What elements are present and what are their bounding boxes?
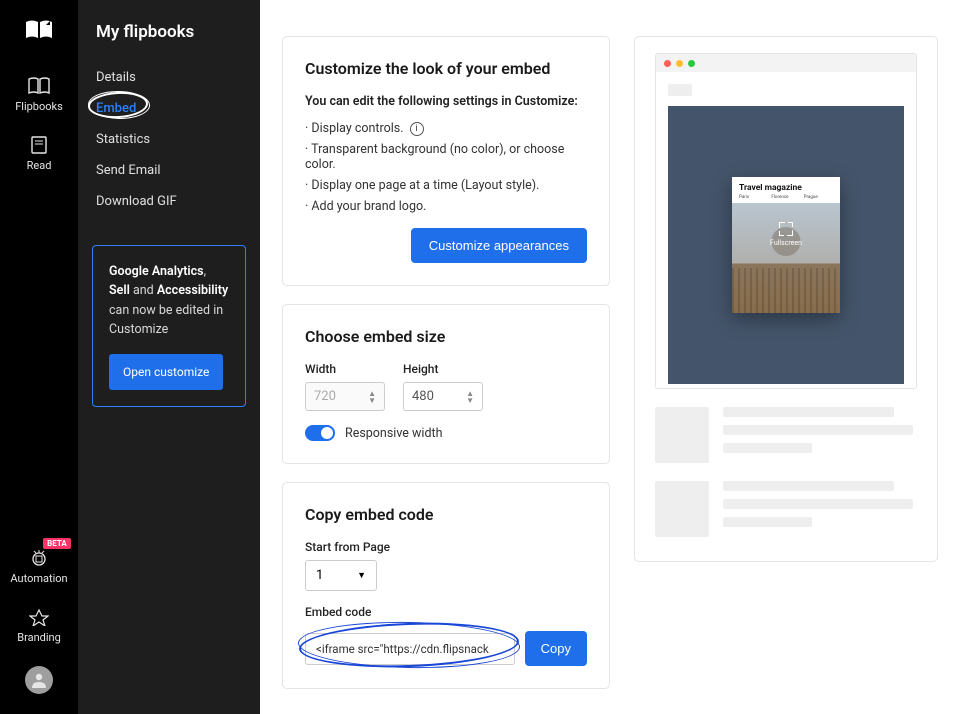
side-menu: Details Embed Statistics Send Email Down… bbox=[78, 62, 260, 217]
chevron-down-icon: ▼ bbox=[357, 570, 366, 581]
responsive-toggle[interactable] bbox=[305, 425, 335, 441]
placeholder bbox=[655, 481, 709, 537]
flipbooks-icon bbox=[27, 76, 51, 96]
placeholder bbox=[723, 481, 894, 491]
stepper-icon[interactable]: ▲▼ bbox=[368, 390, 376, 404]
menu-send-email[interactable]: Send Email bbox=[78, 155, 260, 186]
read-icon bbox=[27, 135, 51, 155]
customize-infobox: Google Analytics, Sell and Accessibility… bbox=[92, 245, 246, 407]
responsive-label: Responsive width bbox=[345, 426, 443, 441]
list-item: Add your brand logo. bbox=[305, 199, 587, 214]
page-title: My flipbooks bbox=[78, 22, 260, 62]
avatar[interactable] bbox=[25, 666, 53, 694]
preview-card: Travel magazine Paris Florence Prague bbox=[634, 36, 938, 562]
menu-details[interactable]: Details bbox=[78, 62, 260, 93]
placeholder bbox=[723, 407, 894, 417]
side-panel: My flipbooks Details Embed Statistics Se… bbox=[78, 0, 260, 714]
nav-label: Read bbox=[27, 159, 52, 172]
fullscreen-icon bbox=[779, 222, 793, 236]
open-customize-button[interactable]: Open customize bbox=[109, 354, 223, 391]
embed-size-card: Choose embed size Width 720 ▲▼ Height 48… bbox=[282, 304, 610, 464]
list-item: Transparent background (no color), or ch… bbox=[305, 142, 587, 172]
placeholder bbox=[723, 443, 812, 453]
nav-label: Automation bbox=[10, 572, 67, 585]
nav-branding[interactable]: Branding bbox=[17, 607, 61, 644]
width-label: Width bbox=[305, 362, 385, 376]
nav-label: Flipbooks bbox=[15, 100, 63, 113]
start-page-value: 1 bbox=[316, 568, 323, 583]
height-input[interactable]: 480 ▲▼ bbox=[403, 382, 483, 411]
menu-download-gif[interactable]: Download GIF bbox=[78, 186, 260, 217]
infobox-text: Google Analytics, Sell and Accessibility… bbox=[109, 264, 228, 337]
start-page-select[interactable]: 1 ▼ bbox=[305, 560, 377, 591]
magazine-title: Travel magazine bbox=[739, 183, 833, 193]
placeholder bbox=[723, 517, 812, 527]
magazine-image bbox=[732, 203, 840, 313]
info-icon[interactable]: i bbox=[410, 122, 424, 136]
browser-titlebar bbox=[656, 54, 916, 72]
browser-frame: Travel magazine Paris Florence Prague bbox=[655, 53, 917, 389]
height-label: Height bbox=[403, 362, 483, 376]
placeholder bbox=[655, 407, 709, 463]
menu-embed-label: Embed bbox=[96, 101, 136, 116]
window-min-icon bbox=[676, 60, 683, 67]
nav-automation[interactable]: BETA Automation bbox=[10, 548, 67, 585]
fullscreen-label: Fullscreen bbox=[770, 239, 802, 247]
width-value: 720 bbox=[314, 389, 336, 404]
copy-embed-card: Copy embed code Start from Page 1 ▼ Embe… bbox=[282, 482, 610, 689]
height-value: 480 bbox=[412, 389, 434, 404]
embed-preview: Travel magazine Paris Florence Prague bbox=[668, 106, 904, 384]
branding-icon bbox=[27, 607, 51, 627]
automation-icon bbox=[27, 548, 51, 568]
card-lead: You can edit the following settings in C… bbox=[305, 94, 587, 109]
fullscreen-overlay[interactable]: Fullscreen bbox=[770, 222, 802, 247]
app-logo[interactable] bbox=[24, 18, 54, 42]
embed-code-label: Embed code bbox=[305, 605, 587, 619]
magazine-col: Florence bbox=[771, 196, 800, 201]
card-title: Copy embed code bbox=[305, 505, 587, 524]
card-title: Customize the look of your embed bbox=[305, 59, 587, 78]
nav-flipbooks[interactable]: Flipbooks bbox=[15, 76, 63, 113]
beta-badge: BETA bbox=[43, 538, 71, 549]
start-page-label: Start from Page bbox=[305, 540, 587, 554]
embed-code-input[interactable]: <iframe src="https://cdn.flipsnack bbox=[305, 633, 515, 665]
magazine-col: Paris bbox=[739, 196, 768, 201]
customize-appearances-button[interactable]: Customize appearances bbox=[411, 228, 587, 263]
magazine-col: Prague bbox=[804, 196, 833, 201]
list-item: Display one page at a time (Layout style… bbox=[305, 178, 587, 193]
window-close-icon bbox=[664, 60, 671, 67]
menu-embed[interactable]: Embed bbox=[78, 93, 260, 124]
customize-card: Customize the look of your embed You can… bbox=[282, 36, 610, 286]
placeholder bbox=[668, 84, 692, 96]
copy-button[interactable]: Copy bbox=[525, 631, 587, 666]
main-content: Customize the look of your embed You can… bbox=[260, 0, 960, 714]
menu-statistics[interactable]: Statistics bbox=[78, 124, 260, 155]
placeholder bbox=[723, 425, 913, 435]
customize-list: Display controls. i Transparent backgrou… bbox=[305, 121, 587, 214]
nav-label: Branding bbox=[17, 631, 61, 644]
stepper-icon[interactable]: ▲▼ bbox=[466, 390, 474, 404]
window-max-icon bbox=[688, 60, 695, 67]
list-item: Display controls. i bbox=[305, 121, 587, 136]
nav-read[interactable]: Read bbox=[27, 135, 52, 172]
width-input[interactable]: 720 ▲▼ bbox=[305, 382, 385, 411]
nav-rail: Flipbooks Read BETA Automation Branding bbox=[0, 0, 78, 714]
card-title: Choose embed size bbox=[305, 327, 587, 346]
placeholder bbox=[723, 499, 913, 509]
